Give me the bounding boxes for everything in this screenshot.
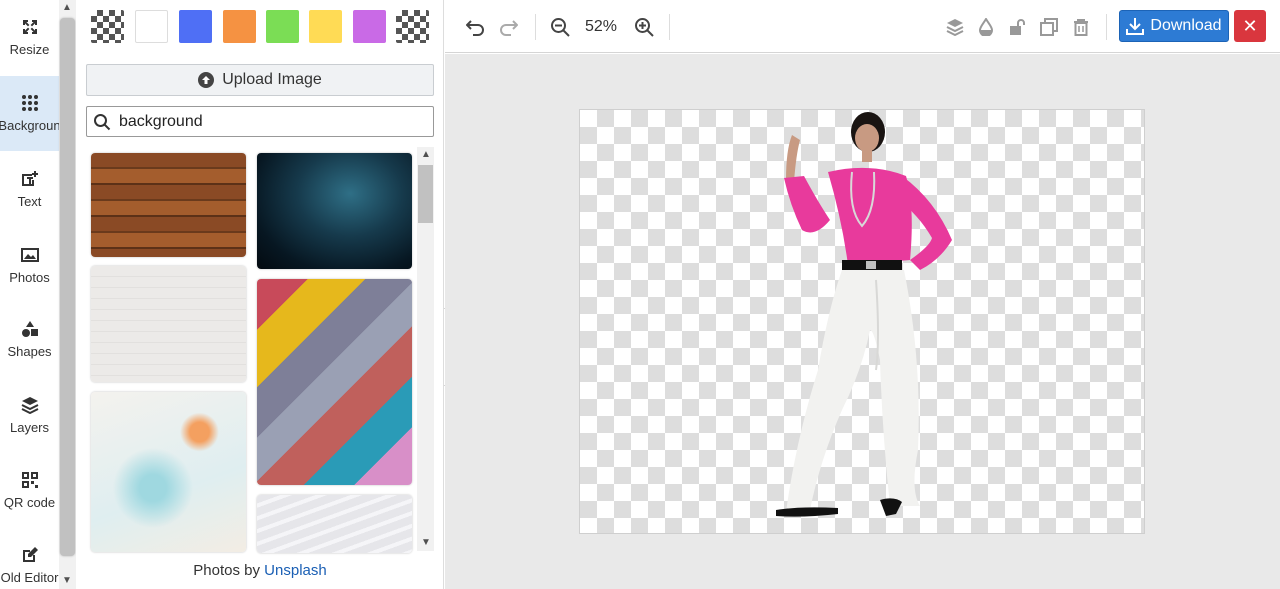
shapes-icon <box>21 321 38 337</box>
unsplash-link[interactable]: Unsplash <box>264 562 327 579</box>
search-input[interactable] <box>119 112 419 131</box>
sidebar-item-photos[interactable]: Photos <box>0 228 59 303</box>
redo-button[interactable] <box>497 16 519 38</box>
unlock-icon <box>1010 19 1025 35</box>
download-label: Download <box>1150 17 1222 34</box>
top-toolbar: 52% Download ✕ <box>445 0 1280 53</box>
search-box[interactable] <box>86 106 434 137</box>
upload-image-button[interactable]: Upload Image <box>86 64 434 96</box>
toolbar-divider <box>535 14 536 40</box>
toolbar-divider <box>669 14 670 40</box>
layers-button[interactable] <box>944 16 966 38</box>
lock-button[interactable] <box>1006 16 1028 38</box>
sidebar-item-shapes[interactable]: Shapes <box>0 302 59 377</box>
redo-icon <box>500 20 518 36</box>
sidebar-item-qr-code[interactable]: QR code <box>0 453 59 528</box>
sidebar-item-label: QR code <box>3 495 56 510</box>
sidebar-item-label: Photos <box>9 270 50 285</box>
scroll-down-arrow-icon[interactable]: ▼ <box>62 575 72 586</box>
background-thumbnail-colorful-stripes[interactable] <box>257 279 412 485</box>
sidebar-item-label: Resize <box>9 42 50 57</box>
close-icon: ✕ <box>1242 15 1258 36</box>
sidebar-item-label: Layers <box>9 420 50 435</box>
upload-label: Upload Image <box>222 71 322 88</box>
sidebar-item-layers[interactable]: Layers <box>0 378 59 453</box>
sidebar-item-label: Old Editor <box>0 570 59 585</box>
background-panel: Upload Image ▲ ▼ Photos by Unsplash <box>76 0 444 589</box>
close-button[interactable]: ✕ <box>1234 10 1266 42</box>
duplicate-icon <box>1040 18 1058 36</box>
sidebar-item-resize[interactable]: Resize <box>0 0 59 75</box>
zoom-out-icon <box>551 18 570 37</box>
sidebar-item-background[interactable]: Backgroun <box>0 76 59 151</box>
zoom-in-button[interactable] <box>633 16 655 38</box>
sidebar-item-label: Shapes <box>7 344 52 359</box>
undo-icon <box>466 20 484 36</box>
resize-icon <box>22 20 37 34</box>
swatch-blue[interactable] <box>179 10 212 43</box>
download-icon <box>1126 18 1145 35</box>
background-thumbnail-watercolor[interactable] <box>91 392 246 552</box>
swatch-white[interactable] <box>135 10 168 43</box>
trash-icon <box>1074 19 1088 36</box>
image-icon <box>20 248 39 262</box>
delete-button[interactable] <box>1070 16 1092 38</box>
scrollbar-thumb[interactable] <box>60 18 75 556</box>
sidebar-item-label: Text <box>17 194 42 209</box>
upload-icon <box>198 72 215 88</box>
zoom-level: 52% <box>585 18 618 35</box>
sidebar-item-label: Backgroun <box>0 118 59 133</box>
download-button[interactable]: Download <box>1119 10 1229 42</box>
undo-button[interactable] <box>465 16 487 38</box>
sidebar-item-text[interactable]: Text <box>0 152 59 227</box>
dots-grid-icon <box>21 95 38 111</box>
left-rail: Resize Backgroun Text Photos Shapes Laye… <box>0 0 59 589</box>
layers-icon <box>946 19 964 36</box>
scroll-down-arrow-icon[interactable]: ▼ <box>421 537 431 548</box>
scroll-up-arrow-icon[interactable]: ▲ <box>421 149 431 160</box>
toolbar-divider <box>1106 14 1107 40</box>
layers-icon <box>21 397 38 414</box>
scrollbar-thumb[interactable] <box>418 165 433 223</box>
thumbnails-scrollbar[interactable]: ▲ ▼ <box>417 147 434 551</box>
opacity-button[interactable] <box>975 16 997 38</box>
swatch-purple[interactable] <box>353 10 386 43</box>
background-thumbnail-wood[interactable] <box>91 153 246 257</box>
swatch-custom[interactable] <box>396 10 429 43</box>
swatch-transparent[interactable] <box>91 10 124 43</box>
swatch-yellow[interactable] <box>309 10 342 43</box>
photo-credits: Photos by Unsplash <box>76 562 444 579</box>
qr-code-icon <box>21 472 38 488</box>
background-thumbnail-white-brick[interactable] <box>91 266 246 382</box>
search-icon <box>94 113 111 130</box>
zoom-out-button[interactable] <box>549 16 571 38</box>
swatch-orange[interactable] <box>223 10 256 43</box>
edit-icon <box>22 547 38 562</box>
scroll-up-arrow-icon[interactable]: ▲ <box>62 2 72 13</box>
sidebar-item-old-editor[interactable]: Old Editor <box>0 528 59 589</box>
text-icon <box>21 171 38 186</box>
duplicate-button[interactable] <box>1038 16 1060 38</box>
swatch-green[interactable] <box>266 10 299 43</box>
zoom-in-icon <box>635 18 654 37</box>
background-thumbnail-dark-blue[interactable] <box>257 153 412 269</box>
canvas-workspace <box>445 54 1280 589</box>
subject-cutout-image[interactable] <box>580 110 1146 535</box>
background-thumbnail-white-waves[interactable] <box>257 495 412 553</box>
credits-prefix: Photos by <box>193 562 260 579</box>
design-canvas[interactable] <box>579 109 1145 534</box>
sidebar-scrollbar[interactable]: ▲ ▼ <box>59 0 76 589</box>
opacity-drop-icon <box>978 18 994 36</box>
